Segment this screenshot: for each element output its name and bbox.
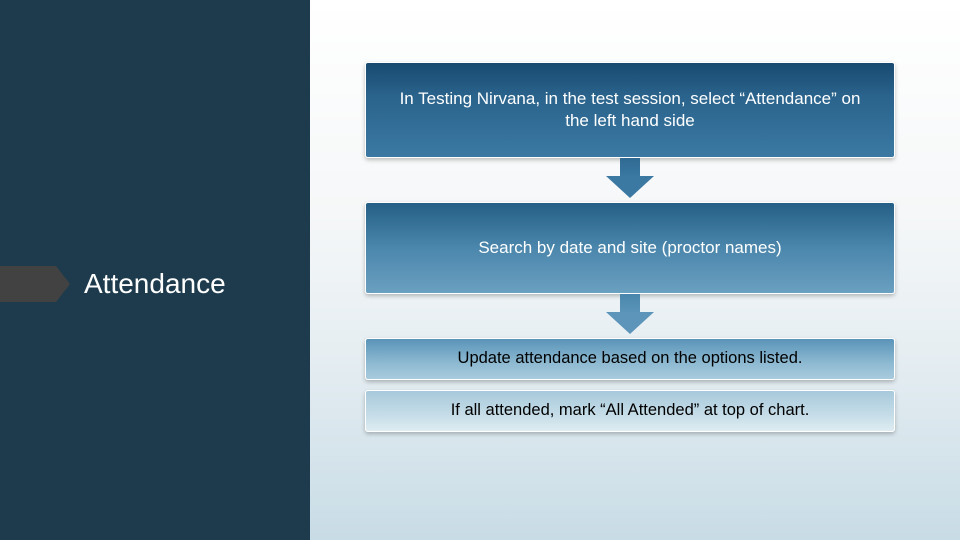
- arrow-1-wrap: [365, 158, 895, 202]
- down-arrow-icon: [606, 294, 654, 334]
- step-2-box: Search by date and site (proctor names): [365, 202, 895, 294]
- down-arrow-icon: [606, 158, 654, 198]
- step-1-box: In Testing Nirvana, in the test session,…: [365, 62, 895, 158]
- step-3-box: Update attendance based on the options l…: [365, 338, 895, 380]
- slide: Attendance In Testing Nirvana, in the te…: [0, 0, 960, 540]
- step-4-box: If all attended, mark “All Attended” at …: [365, 390, 895, 432]
- step-4-text: If all attended, mark “All Attended” at …: [451, 400, 810, 421]
- title-accent-bar: [0, 266, 56, 302]
- process-flow: In Testing Nirvana, in the test session,…: [365, 62, 895, 432]
- step-2-text: Search by date and site (proctor names): [478, 237, 781, 259]
- step-1-text: In Testing Nirvana, in the test session,…: [392, 88, 868, 132]
- step-3-text: Update attendance based on the options l…: [458, 348, 803, 369]
- slide-title: Attendance: [84, 268, 226, 300]
- arrow-2-wrap: [365, 294, 895, 338]
- title-accent-chevron-icon: [56, 266, 70, 302]
